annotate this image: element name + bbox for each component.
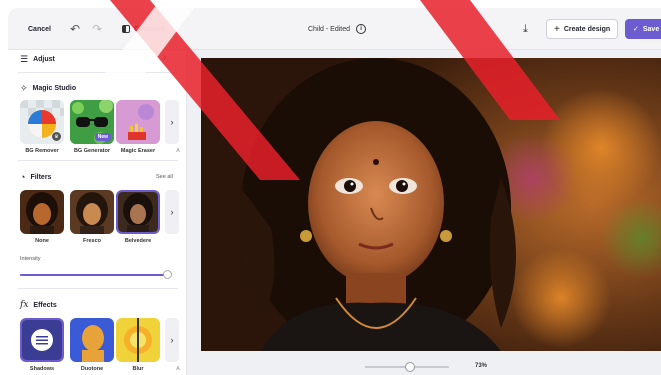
effect-blur-tile[interactable] — [116, 318, 160, 362]
sparkle-icon: ✧ — [20, 83, 28, 93]
save-label: Save — [642, 25, 660, 33]
chevron-right-icon: › — [170, 207, 174, 217]
intensity-slider-track[interactable] — [20, 274, 168, 276]
chevron-right-icon: › — [170, 117, 174, 127]
filters-next-arrow[interactable]: › — [165, 190, 179, 234]
filter-none-label: None — [35, 238, 49, 244]
document-title-text: Child - Edited — [308, 25, 351, 33]
divider — [18, 288, 178, 289]
intensity-slider-handle[interactable] — [163, 270, 173, 279]
edit-sidebar: ☰ Adjust › ✧ Magic Studio ♛ BG Remover N… — [8, 50, 187, 375]
divider — [18, 160, 178, 161]
divider — [18, 72, 178, 73]
check-icon: ✓ — [633, 26, 639, 33]
compare-label: Compare — [134, 25, 165, 33]
magic-studio-title: Magic Studio — [32, 85, 77, 92]
magic-studio-header: ✧ Magic Studio — [20, 83, 76, 94]
filter-none-tile[interactable] — [20, 190, 64, 234]
child-portrait-image — [201, 58, 661, 351]
adjust-label: Adjust — [33, 56, 55, 63]
chevron-right-icon: › — [170, 335, 174, 345]
effects-partial-label: A — [176, 366, 180, 372]
cancel-button[interactable]: Cancel — [20, 19, 59, 39]
crown-icon: ♛ — [52, 132, 61, 141]
bg-generator-label: BG Generator — [73, 148, 111, 154]
effects-header: fx Effects — [20, 300, 57, 310]
chevron-right-icon[interactable]: › — [163, 52, 166, 63]
filter-fresco-label: Fresco — [82, 238, 102, 244]
document-title: Child - Edited i — [308, 19, 367, 39]
download-icon[interactable]: ⤓ — [523, 19, 528, 39]
filter-fresco-thumbnail — [70, 190, 114, 234]
filter-fresco-tile[interactable] — [70, 190, 114, 234]
compare-icon — [122, 25, 130, 33]
undo-icon[interactable]: ↶ — [70, 19, 80, 39]
bg-remover-label: BG Remover — [25, 148, 59, 154]
save-button[interactable]: ✓ Save — [625, 19, 661, 39]
filters-icon: ◔ — [20, 172, 26, 182]
effect-blur-thumbnail — [116, 318, 160, 362]
effect-shadows-tile[interactable] — [20, 318, 64, 362]
effects-title: Effects — [33, 301, 57, 309]
create-design-button[interactable]: + Create design — [546, 19, 619, 39]
create-design-label: Create design — [563, 25, 611, 33]
filters-title: Filters — [30, 173, 52, 181]
editor-toolbar: Cancel ↶ ↷ Compare Child - Edited i ⤓ + … — [8, 8, 661, 50]
new-badge: New — [94, 133, 111, 141]
sliders-icon: ☰ — [20, 54, 29, 64]
plus-icon: + — [554, 23, 560, 35]
magic-studio-next-arrow[interactable]: › — [165, 100, 179, 144]
intensity-label: Intensity — [20, 256, 41, 262]
effect-shadows-label: Shadows — [29, 366, 55, 372]
effect-shadows-thumbnail — [22, 320, 62, 360]
bg-remover-tile[interactable]: ♛ — [20, 100, 64, 144]
magic-eraser-tile[interactable] — [116, 100, 160, 144]
edited-photo[interactable] — [201, 58, 661, 351]
effect-duotone-thumbnail — [70, 318, 114, 362]
compare-button[interactable]: Compare — [122, 19, 164, 39]
effect-duotone-label: Duotone — [80, 366, 104, 372]
redo-icon[interactable]: ↷ — [92, 19, 102, 39]
filters-header: ◔ Filters — [20, 172, 51, 182]
fries-thumbnail — [116, 100, 160, 144]
filter-belvedere-thumbnail — [118, 192, 158, 232]
filter-belvedere-tile[interactable] — [116, 190, 160, 234]
canvas-area: 73% — [187, 50, 661, 375]
adjust-row[interactable]: ☰ Adjust — [20, 54, 55, 65]
filters-see-all-link[interactable]: See all — [156, 174, 173, 180]
filter-belvedere-label: Belvedere — [124, 238, 152, 244]
cancel-label: Cancel — [28, 25, 51, 33]
zoom-level: 73% — [475, 363, 488, 369]
bg-generator-tile[interactable]: New — [70, 100, 114, 144]
filter-none-thumbnail — [20, 190, 64, 234]
effects-next-arrow[interactable]: › — [165, 318, 179, 362]
magic-studio-partial-label: A — [176, 148, 180, 154]
fx-icon: fx — [20, 300, 29, 310]
info-icon[interactable]: i — [356, 24, 367, 34]
effect-duotone-tile[interactable] — [70, 318, 114, 362]
zoom-slider-handle[interactable] — [404, 362, 415, 372]
